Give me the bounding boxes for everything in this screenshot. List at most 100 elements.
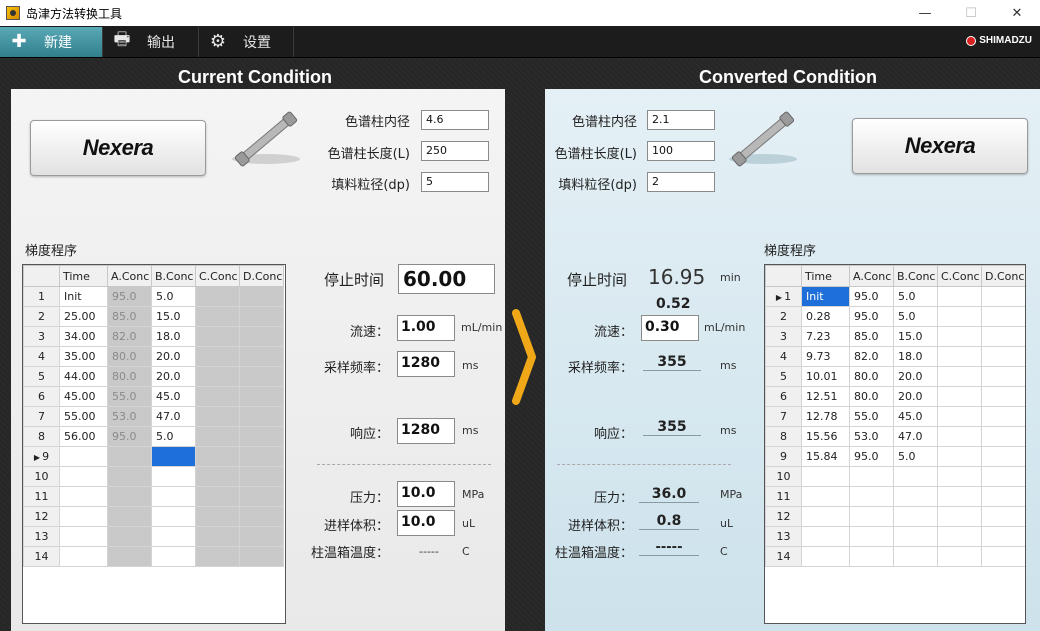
- column-header[interactable]: A.Conc: [107, 265, 152, 287]
- cell-b[interactable]: [893, 546, 938, 567]
- cell-c[interactable]: [195, 426, 240, 447]
- row-number[interactable]: 4: [23, 346, 60, 367]
- cell-b[interactable]: 5.0: [893, 306, 938, 327]
- row-number[interactable]: 11: [765, 486, 802, 507]
- cell-b[interactable]: 15.0: [893, 326, 938, 347]
- cell-a[interactable]: [849, 506, 894, 527]
- row-number[interactable]: 7: [23, 406, 60, 427]
- cell-d[interactable]: [981, 386, 1025, 407]
- output-button[interactable]: 🖶 输出: [103, 26, 199, 57]
- cell-b[interactable]: [151, 526, 196, 547]
- table-row[interactable]: 2 25.00 85.0 15.0: [23, 306, 284, 327]
- cell-a[interactable]: [849, 546, 894, 567]
- cell-c[interactable]: [195, 306, 240, 327]
- column-header[interactable]: [765, 265, 802, 287]
- cell-b[interactable]: 5.0: [893, 286, 938, 307]
- cell-c[interactable]: [937, 326, 982, 347]
- cell-time[interactable]: 25.00: [59, 306, 108, 327]
- row-number[interactable]: 14: [23, 546, 60, 567]
- settings-button[interactable]: ⚙ 设置: [199, 26, 294, 57]
- cell-d[interactable]: [239, 486, 284, 507]
- cell-time[interactable]: 9.73: [801, 346, 850, 367]
- cell-d[interactable]: [981, 486, 1025, 507]
- cell-c[interactable]: [195, 406, 240, 427]
- cell-d[interactable]: [239, 346, 284, 367]
- cell-d[interactable]: [239, 306, 284, 327]
- column-id-field-right[interactable]: 2.1: [647, 110, 715, 130]
- table-row[interactable]: 5 44.00 80.0 20.0: [23, 366, 284, 387]
- cell-b[interactable]: [893, 486, 938, 507]
- table-row[interactable]: 4 35.00 80.0 20.0: [23, 346, 284, 367]
- cell-c[interactable]: [195, 326, 240, 347]
- cell-b[interactable]: [893, 506, 938, 527]
- row-number[interactable]: 5: [23, 366, 60, 387]
- cell-time[interactable]: [801, 526, 850, 547]
- column-length-field-right[interactable]: 100: [647, 141, 715, 161]
- new-button[interactable]: ✚ 新建: [0, 26, 103, 57]
- cell-a[interactable]: 55.0: [849, 406, 894, 427]
- row-number[interactable]: 12: [765, 506, 802, 527]
- cell-c[interactable]: [195, 386, 240, 407]
- cell-b[interactable]: 20.0: [151, 366, 196, 387]
- cell-a[interactable]: 95.0: [849, 286, 894, 307]
- row-number[interactable]: 3: [23, 326, 60, 347]
- column-header[interactable]: D.Conc: [981, 265, 1025, 287]
- cell-d[interactable]: [981, 366, 1025, 387]
- gradient-table-right[interactable]: Time A.Conc B.Conc C.Conc D.Conc ▶ 1 Init 95.0 5.…: [764, 264, 1026, 624]
- column-header[interactable]: Time: [59, 265, 108, 287]
- cell-b[interactable]: 5.0: [151, 426, 196, 447]
- cell-a[interactable]: [107, 506, 152, 527]
- row-number[interactable]: 1: [23, 286, 60, 307]
- cell-d[interactable]: [981, 446, 1025, 467]
- table-row[interactable]: 12: [765, 506, 1025, 527]
- cell-b[interactable]: 5.0: [151, 286, 196, 307]
- cell-a[interactable]: [849, 486, 894, 507]
- cell-a[interactable]: [107, 526, 152, 547]
- cell-d[interactable]: [981, 346, 1025, 367]
- cell-time[interactable]: 56.00: [59, 426, 108, 447]
- cell-d[interactable]: [981, 286, 1025, 307]
- cell-time[interactable]: 55.00: [59, 406, 108, 427]
- cell-time[interactable]: 34.00: [59, 326, 108, 347]
- flow-rate-field[interactable]: 1.00: [397, 315, 455, 341]
- cell-c[interactable]: [937, 426, 982, 447]
- cell-c[interactable]: [195, 366, 240, 387]
- cell-c[interactable]: [195, 506, 240, 527]
- cell-d[interactable]: [981, 506, 1025, 527]
- cell-time[interactable]: 35.00: [59, 346, 108, 367]
- cell-a[interactable]: [107, 446, 152, 467]
- nexera-logo-button-left[interactable]: Nexera: [30, 120, 206, 176]
- cell-b[interactable]: 20.0: [893, 386, 938, 407]
- table-row[interactable]: 9 15.84 95.0 5.0: [765, 446, 1025, 467]
- cell-time[interactable]: [801, 506, 850, 527]
- cell-b[interactable]: [151, 506, 196, 527]
- cell-b[interactable]: [893, 526, 938, 547]
- cell-b[interactable]: [151, 546, 196, 567]
- cell-c[interactable]: [937, 306, 982, 327]
- table-row[interactable]: 10: [23, 466, 284, 487]
- cell-time[interactable]: [59, 486, 108, 507]
- cell-d[interactable]: [981, 306, 1025, 327]
- cell-d[interactable]: [239, 286, 284, 307]
- cell-b[interactable]: 20.0: [893, 366, 938, 387]
- cell-c[interactable]: [195, 286, 240, 307]
- cell-b[interactable]: 45.0: [151, 386, 196, 407]
- cell-time[interactable]: 0.28: [801, 306, 850, 327]
- table-row[interactable]: 6 45.00 55.0 45.0: [23, 386, 284, 407]
- column-header[interactable]: D.Conc: [239, 265, 284, 287]
- table-row[interactable]: 3 34.00 82.0 18.0: [23, 326, 284, 347]
- row-number[interactable]: 10: [765, 466, 802, 487]
- cell-d[interactable]: [239, 426, 284, 447]
- cell-c[interactable]: [937, 546, 982, 567]
- cell-b[interactable]: 5.0: [893, 446, 938, 467]
- cell-a[interactable]: 85.0: [107, 306, 152, 327]
- cell-a[interactable]: [849, 526, 894, 547]
- table-row[interactable]: 8 56.00 95.0 5.0: [23, 426, 284, 447]
- response-field[interactable]: 1280: [397, 418, 455, 444]
- cell-a[interactable]: [849, 466, 894, 487]
- cell-d[interactable]: [239, 546, 284, 567]
- cell-b[interactable]: [151, 466, 196, 487]
- injection-volume-field[interactable]: 10.0: [397, 510, 455, 536]
- cell-b[interactable]: 15.0: [151, 306, 196, 327]
- cell-d[interactable]: [981, 426, 1025, 447]
